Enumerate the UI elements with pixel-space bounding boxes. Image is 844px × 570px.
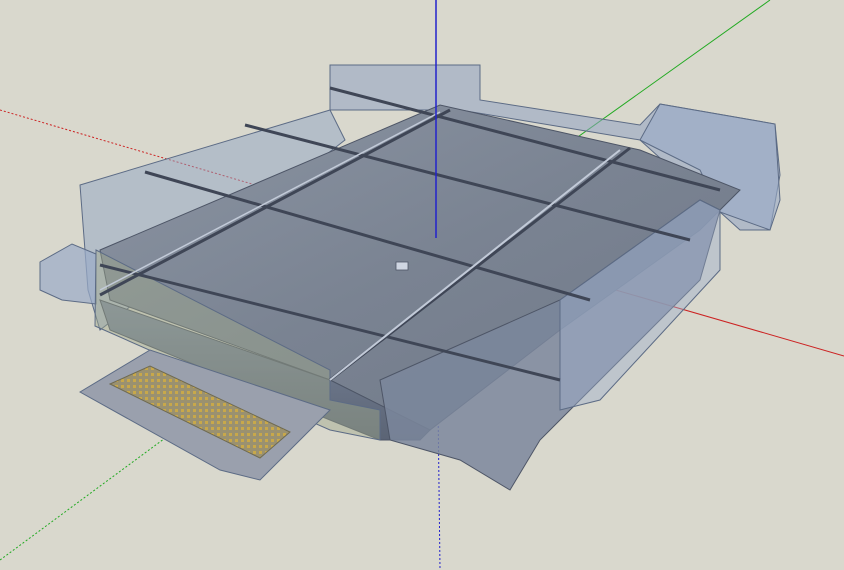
roof-fixture (395, 261, 409, 271)
viewport-canvas[interactable] (0, 0, 844, 570)
3d-viewport[interactable] (0, 0, 844, 570)
building-model[interactable] (39, 64, 781, 491)
left-annex (39, 243, 97, 305)
